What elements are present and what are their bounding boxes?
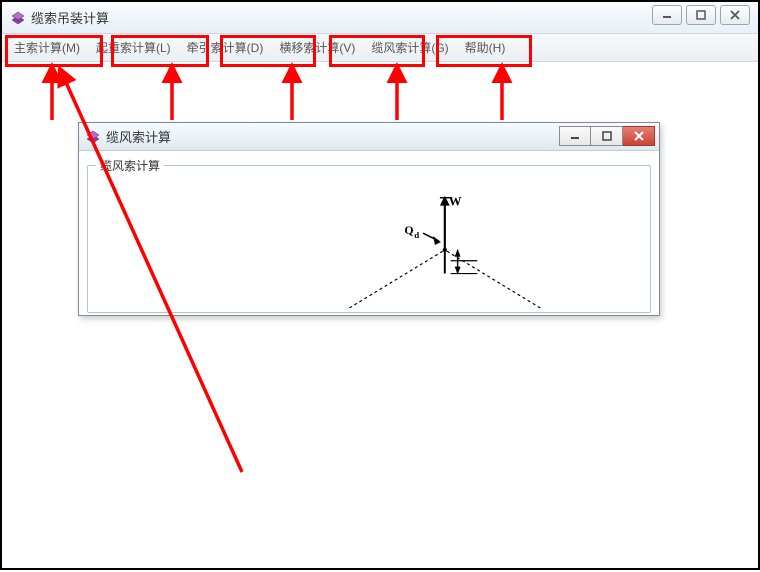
main-window: 缆索吊装计算 主索计算(M) 起重索计算(L) 牵引索计算(D) 横移索计算(V…	[2, 2, 758, 568]
child-body: 缆风索计算 W Q d	[79, 151, 659, 315]
child-restore-button[interactable]	[591, 126, 623, 146]
diagram-groupbox: 缆风索计算 W Q d	[87, 165, 651, 313]
child-window-title: 缆风索计算	[106, 127, 171, 146]
menu-help[interactable]: 帮助(H)	[457, 34, 514, 61]
outer-window-controls	[652, 5, 750, 25]
group-label: 缆风索计算	[96, 157, 164, 174]
menu-transverse-cable[interactable]: 横移索计算(V)	[271, 34, 363, 61]
engineering-diagram: W Q d	[88, 180, 650, 308]
menu-main-cable[interactable]: 主索计算(M)	[6, 34, 88, 61]
outer-titlebar: 缆索吊装计算	[2, 2, 758, 34]
main-window-title: 缆索吊装计算	[31, 8, 109, 27]
svg-text:d: d	[414, 230, 419, 240]
child-close-button[interactable]	[623, 126, 655, 146]
menu-lifting-cable[interactable]: 起重索计算(L)	[88, 34, 179, 61]
maximize-button[interactable]	[686, 5, 716, 25]
child-minimize-button[interactable]	[559, 126, 591, 146]
client-area: 缆风索计算 缆风索计算	[2, 62, 758, 568]
app-icon	[10, 10, 26, 26]
menubar: 主索计算(M) 起重索计算(L) 牵引索计算(D) 横移索计算(V) 缆风索计算…	[2, 34, 758, 62]
minimize-button[interactable]	[652, 5, 682, 25]
child-titlebar: 缆风索计算	[79, 123, 659, 151]
menu-traction-cable[interactable]: 牵引索计算(D)	[179, 34, 272, 61]
menu-wind-cable[interactable]: 缆风索计算(G)	[363, 34, 456, 61]
child-app-icon	[85, 129, 101, 145]
close-button[interactable]	[720, 5, 750, 25]
child-window: 缆风索计算 缆风索计算	[78, 122, 660, 316]
child-window-controls	[559, 126, 655, 146]
svg-text:Q: Q	[404, 223, 413, 237]
svg-text:W: W	[449, 195, 462, 209]
